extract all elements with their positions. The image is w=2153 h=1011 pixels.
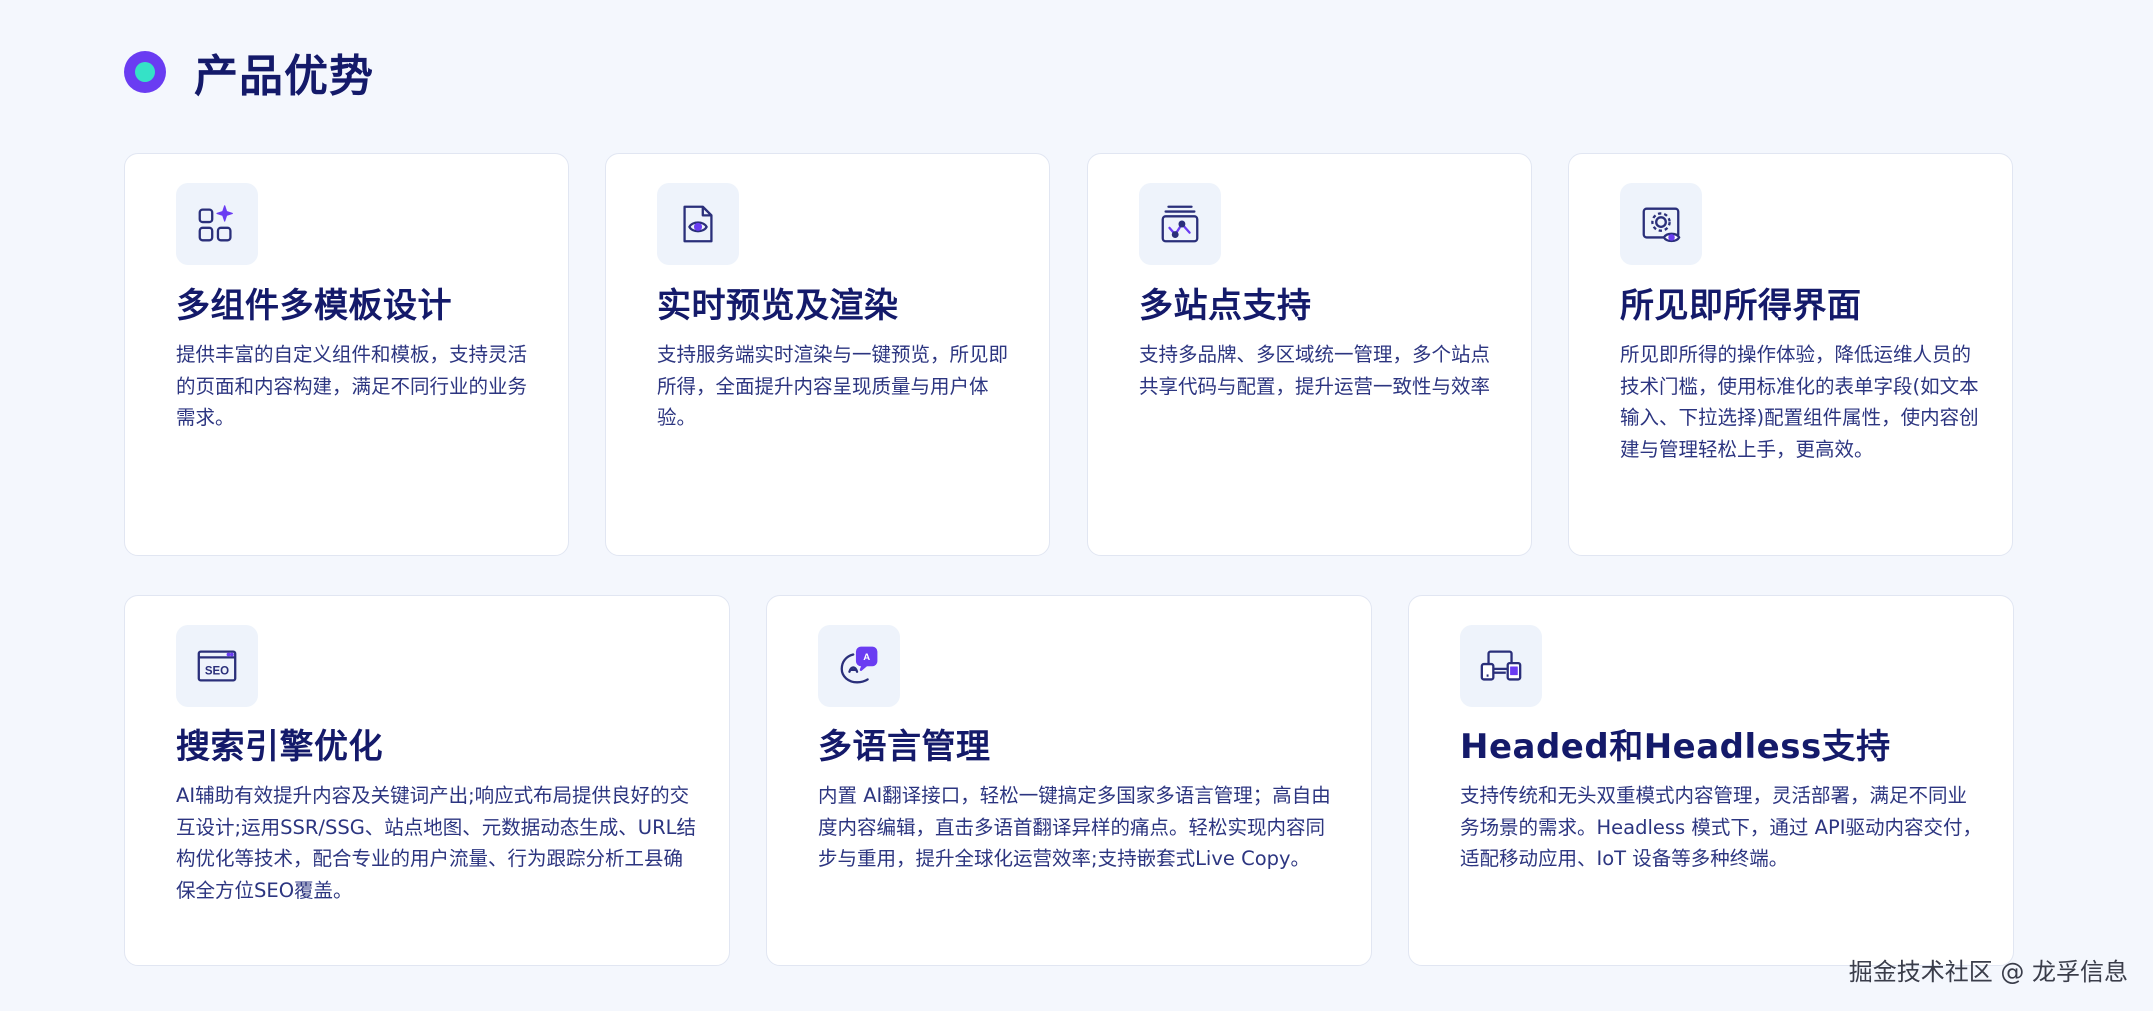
card-description: 提供丰富的自定义组件和模板，支持灵活的页面和内容构建，满足不同行业的业务需求。 [176, 343, 528, 429]
card-description: 内置 AI翻译接口，轻松一键搞定多国家多语言管理；高自由度内容编辑，直击多语首翻… [818, 784, 1331, 870]
card-description: 支持服务端实时渲染与一键预览，所见即所得，全面提升内容呈现质量与用户体验。 [657, 343, 1009, 429]
card-title: 多组件多模板设计 [176, 286, 452, 326]
feature-card-multilang: A 多语言管理 内置 AI翻译接口，轻松一键搞定多国家多语言管理；高自由度内容编… [766, 595, 1372, 966]
feature-card-preview: 实时预览及渲染 支持服务端实时渲染与一键预览，所见即所得，全面提升内容呈现质量与… [605, 153, 1050, 556]
card-title: 所见即所得界面 [1620, 286, 1862, 326]
section-header: 产品优势 [124, 42, 374, 102]
card-title: 实时预览及渲染 [657, 286, 899, 326]
svg-text:A: A [863, 652, 870, 663]
section-title: 产品优势 [194, 51, 374, 102]
card-title: 多语言管理 [818, 727, 991, 767]
wysiwyg-settings-icon [1620, 183, 1702, 265]
seo-window-icon: SEO [176, 625, 258, 707]
card-title: 搜索引擎优化 [176, 727, 383, 767]
feature-card-seo: SEO 搜索引擎优化 AI辅助有效提升内容及关键词产出;响应式布局提供良好的交互… [124, 595, 730, 966]
components-sparkle-icon [176, 183, 258, 265]
svg-text:SEO: SEO [205, 666, 229, 678]
feature-card-multisite: 多站点支持 支持多品牌、多区域统一管理，多个站点共享代码与配置，提升运营一致性与… [1087, 153, 1532, 556]
multi-site-chart-icon [1139, 183, 1221, 265]
card-description: 支持多品牌、多区域统一管理，多个站点共享代码与配置，提升运营一致性与效率 [1139, 343, 1491, 398]
document-eye-icon [657, 183, 739, 265]
card-description: AI辅助有效提升内容及关键词产出;响应式布局提供良好的交互设计;运用SSR/SS… [176, 784, 696, 902]
bullet-dot-icon [124, 51, 166, 93]
feature-card-headless: Headed和Headless支持 支持传统和无头双重模式内容管理，灵活部署，满… [1408, 595, 2014, 966]
translate-chat-icon: A [818, 625, 900, 707]
card-title: 多站点支持 [1139, 286, 1312, 326]
card-title: Headed和Headless支持 [1460, 727, 1891, 767]
multi-device-icon [1460, 625, 1542, 707]
watermark: 掘金技术社区 @ 龙孚信息 [1848, 958, 2128, 986]
feature-card-wysiwyg: 所见即所得界面 所见即所得的操作体验，降低运维人员的技术门槛，使用标准化的表单字… [1568, 153, 2013, 556]
card-description: 支持传统和无头双重模式内容管理，灵活部署，满足不同业务场景的需求。Headles… [1460, 784, 1982, 870]
card-description: 所见即所得的操作体验，降低运维人员的技术门槛，使用标准化的表单字段(如文本输入、… [1620, 343, 1979, 461]
feature-card-components: 多组件多模板设计 提供丰富的自定义组件和模板，支持灵活的页面和内容构建，满足不同… [124, 153, 569, 556]
